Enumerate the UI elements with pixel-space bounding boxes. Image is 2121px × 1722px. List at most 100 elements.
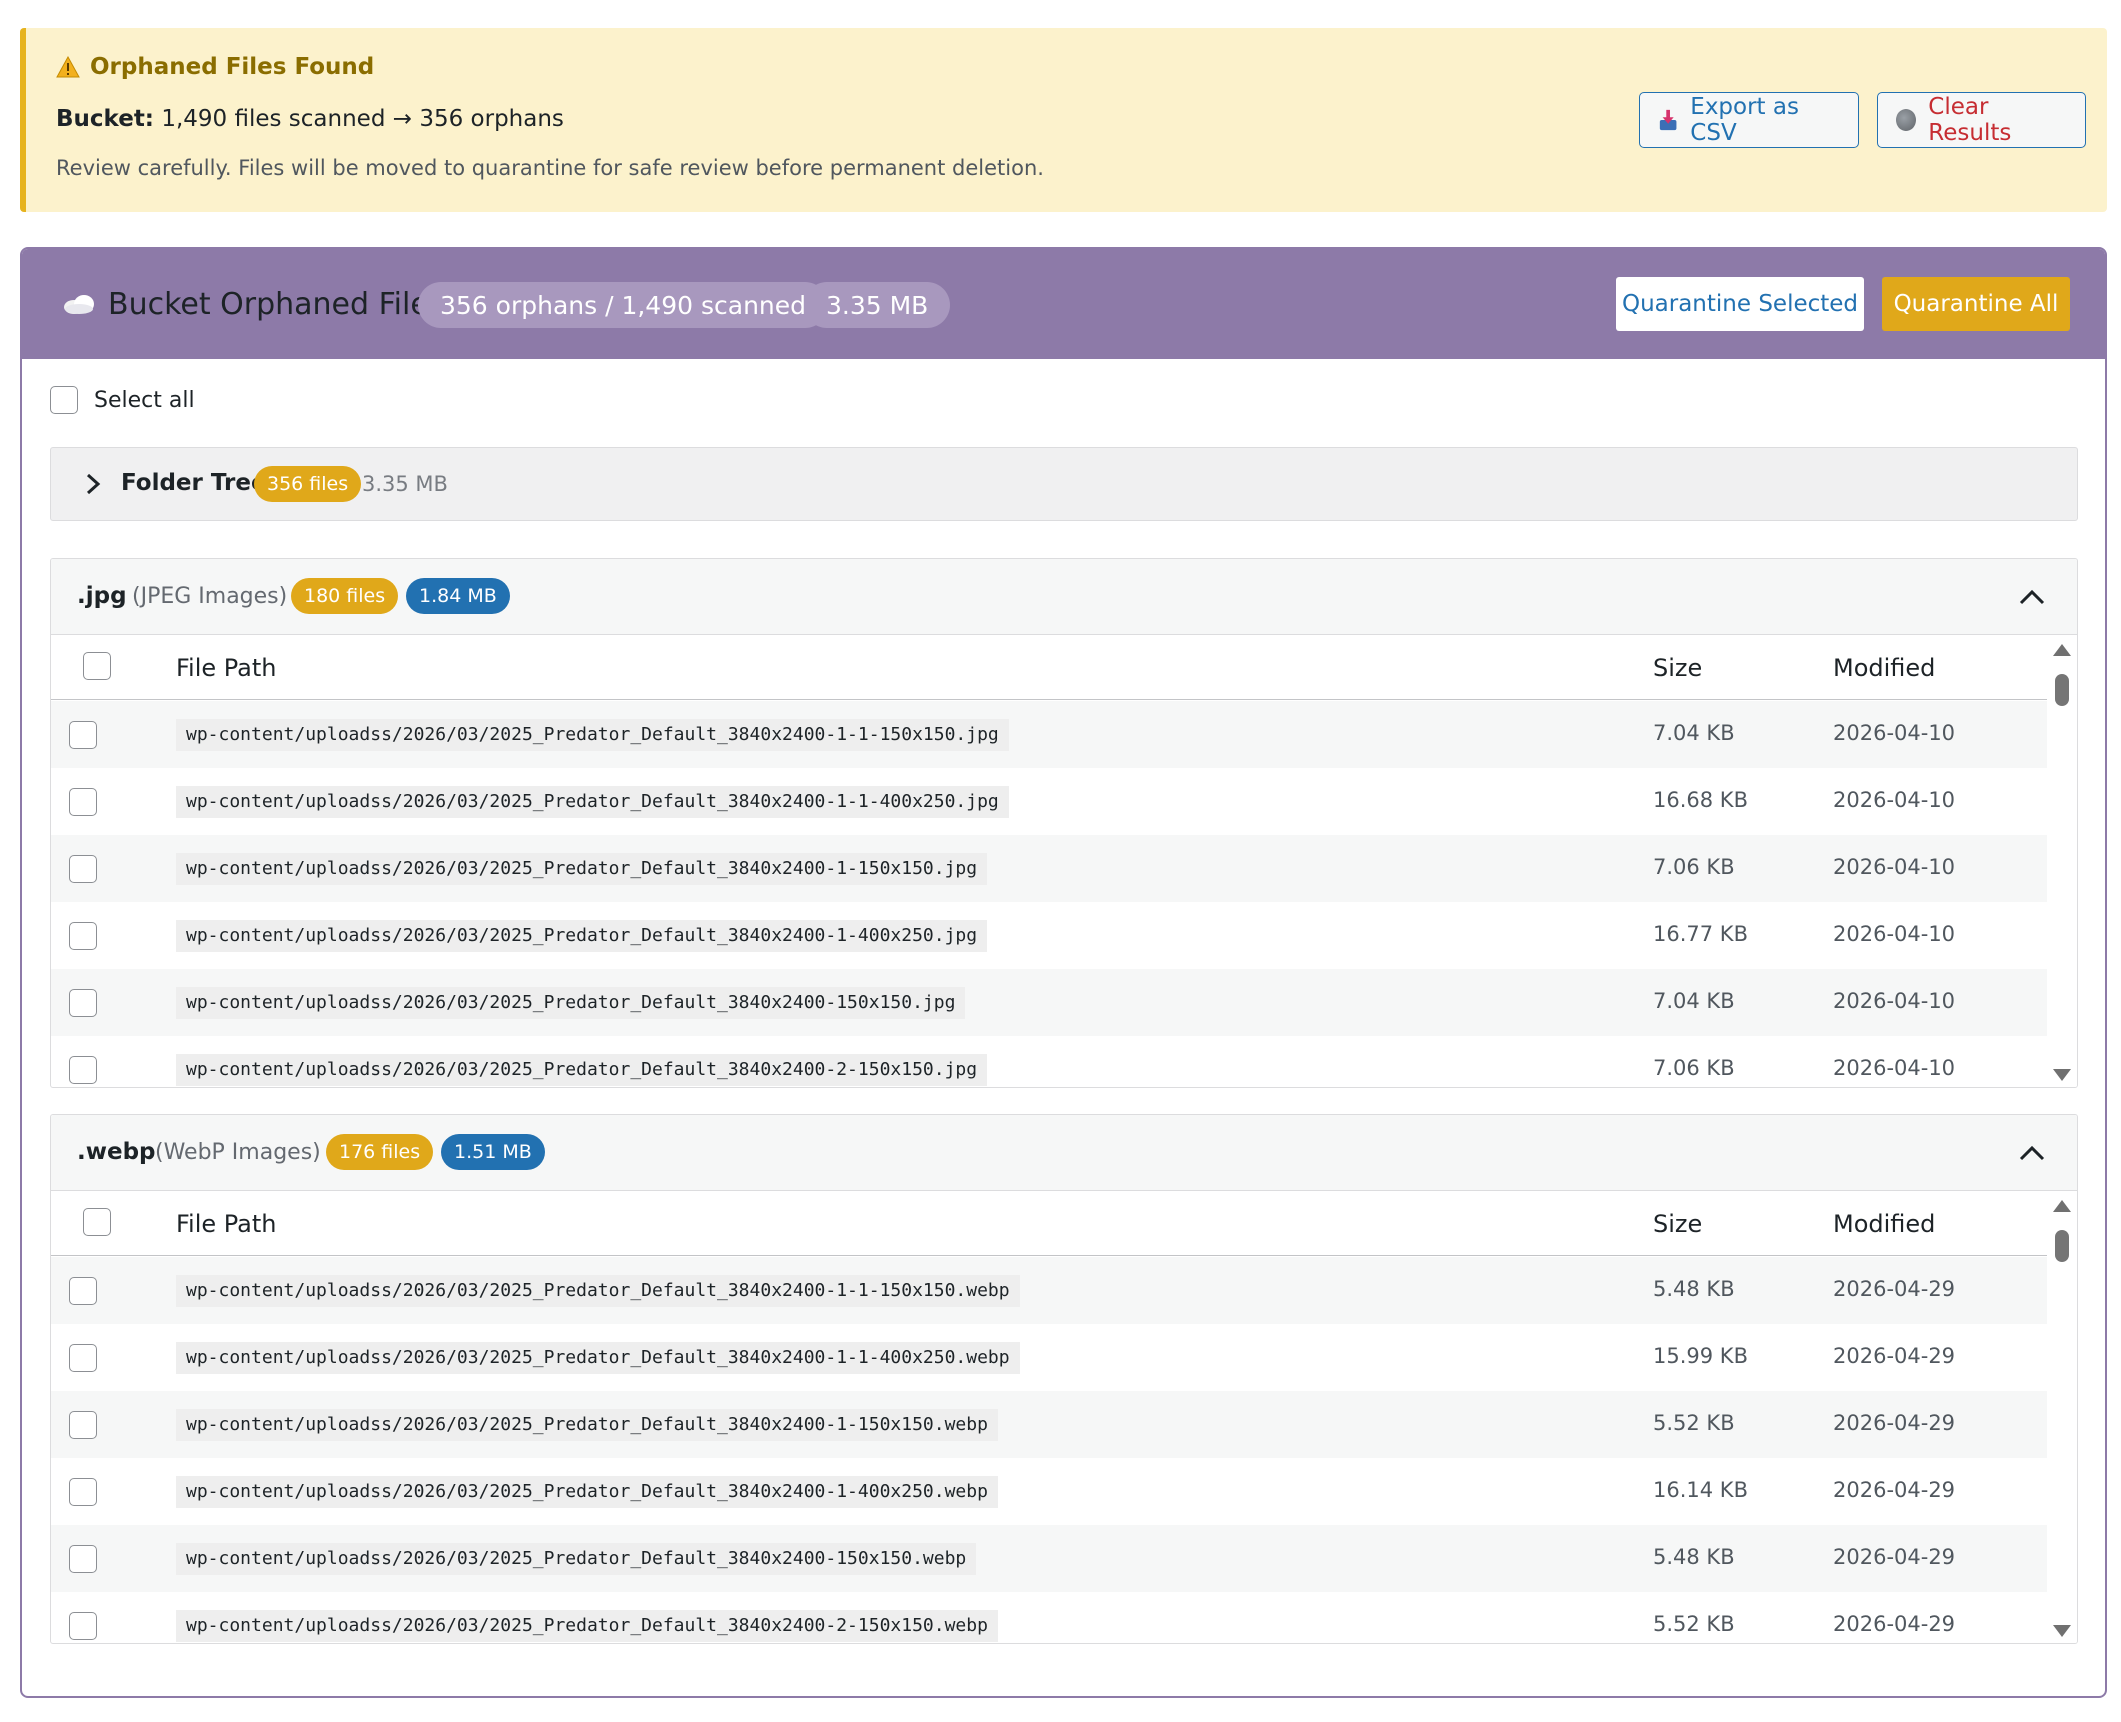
- row-checkbox[interactable]: [69, 1411, 97, 1439]
- row-checkbox[interactable]: [69, 922, 97, 950]
- file-modified: 2026-04-29: [1833, 1545, 1956, 1569]
- row-checkbox[interactable]: [69, 855, 97, 883]
- panel-header: Bucket Orphaned Files 356 orphans / 1,49…: [22, 249, 2105, 359]
- scrollbar-thumb[interactable]: [2055, 674, 2069, 706]
- file-modified: 2026-04-10: [1833, 788, 1956, 812]
- file-path: wp-content/uploadss/2026/03/2025_Predato…: [176, 1476, 998, 1508]
- file-size: 7.06 KB: [1653, 1056, 1735, 1080]
- file-size: 16.68 KB: [1653, 788, 1748, 812]
- file-modified: 2026-04-10: [1833, 855, 1956, 879]
- file-size: 16.14 KB: [1653, 1478, 1748, 1502]
- table-scrollbar[interactable]: [2047, 636, 2077, 1087]
- file-size: 7.04 KB: [1653, 721, 1735, 745]
- select-all-label: Select all: [94, 387, 195, 413]
- table-row: wp-content/uploadss/2026/03/2025_Predato…: [51, 768, 2047, 835]
- quarantine-all-button[interactable]: Quarantine All: [1882, 277, 2070, 331]
- bucket-label: Bucket:: [56, 106, 155, 132]
- table-row: wp-content/uploadss/2026/03/2025_Predato…: [51, 1458, 2047, 1525]
- file-size: 5.52 KB: [1653, 1411, 1735, 1435]
- bucket-orphans-panel: Bucket Orphaned Files 356 orphans / 1,49…: [20, 247, 2107, 1698]
- column-modified: Modified: [1833, 1210, 1936, 1238]
- table-row: wp-content/uploadss/2026/03/2025_Predato…: [51, 1036, 2047, 1087]
- orphan-count-pill: 356 orphans / 1,490 scanned: [418, 282, 829, 328]
- notice-description: Review carefully. Files will be moved to…: [56, 156, 1044, 180]
- group-size-badge: 1.84 MB: [406, 578, 510, 614]
- file-size: 16.77 KB: [1653, 922, 1748, 946]
- row-checkbox[interactable]: [69, 989, 97, 1017]
- file-size: 15.99 KB: [1653, 1344, 1748, 1368]
- row-checkbox[interactable]: [69, 1056, 97, 1084]
- folder-tree-toggle[interactable]: Folder Tree 356 files 3.35 MB: [50, 447, 2078, 521]
- warning-icon: [56, 56, 80, 78]
- scroll-down-arrow-icon[interactable]: [2053, 1625, 2071, 1637]
- row-checkbox[interactable]: [69, 1277, 97, 1305]
- folder-tree-size: 3.35 MB: [362, 472, 448, 496]
- file-path: wp-content/uploadss/2026/03/2025_Predato…: [176, 987, 966, 1019]
- bucket-summary: Bucket: 1,490 files scanned → 356 orphan…: [56, 106, 564, 132]
- table-scrollbar[interactable]: [2047, 1192, 2077, 1643]
- file-modified: 2026-04-29: [1833, 1612, 1956, 1636]
- total-size-pill: 3.35 MB: [804, 282, 951, 328]
- scrollbar-thumb[interactable]: [2055, 1230, 2069, 1262]
- file-size: 7.04 KB: [1653, 989, 1735, 1013]
- file-modified: 2026-04-10: [1833, 922, 1956, 946]
- file-path: wp-content/uploadss/2026/03/2025_Predato…: [176, 1543, 977, 1575]
- file-path: wp-content/uploadss/2026/03/2025_Predato…: [176, 1054, 988, 1086]
- file-modified: 2026-04-29: [1833, 1344, 1956, 1368]
- table-header: File Path Size Modified: [51, 636, 2047, 700]
- column-size: Size: [1653, 654, 1703, 682]
- file-modified: 2026-04-10: [1833, 721, 1956, 745]
- export-icon: [1659, 109, 1677, 131]
- table-row: wp-content/uploadss/2026/03/2025_Predato…: [51, 969, 2047, 1036]
- panel-title: Bucket Orphaned Files: [108, 287, 445, 322]
- quarantine-selected-button[interactable]: Quarantine Selected: [1616, 277, 1864, 331]
- group-size-badge: 1.51 MB: [441, 1134, 545, 1170]
- row-checkbox[interactable]: [69, 721, 97, 749]
- group-extension: .jpg: [77, 583, 127, 609]
- orphan-notice: Orphaned Files Found Bucket: 1,490 files…: [20, 28, 2107, 212]
- cloud-icon: [64, 295, 94, 314]
- file-path: wp-content/uploadss/2026/03/2025_Predato…: [176, 786, 1009, 818]
- file-group-jpg: .jpg (JPEG Images) 180 files 1.84 MB Fil…: [50, 558, 2078, 1088]
- scroll-up-arrow-icon[interactable]: [2053, 1200, 2071, 1212]
- group-files-badge: 176 files: [326, 1134, 434, 1170]
- clear-results-button[interactable]: Clear Results: [1877, 92, 2086, 148]
- row-checkbox[interactable]: [69, 1478, 97, 1506]
- table-row: wp-content/uploadss/2026/03/2025_Predato…: [51, 835, 2047, 902]
- file-modified: 2026-04-29: [1833, 1478, 1956, 1502]
- chevron-up-icon[interactable]: [2019, 1145, 2045, 1161]
- chevron-right-icon: [86, 473, 101, 495]
- file-path: wp-content/uploadss/2026/03/2025_Predato…: [176, 1275, 1020, 1307]
- table-row: wp-content/uploadss/2026/03/2025_Predato…: [51, 1525, 2047, 1592]
- row-checkbox[interactable]: [69, 1545, 97, 1573]
- chevron-up-icon[interactable]: [2019, 589, 2045, 605]
- group-select-checkbox[interactable]: [83, 652, 111, 680]
- table-row: wp-content/uploadss/2026/03/2025_Predato…: [51, 1391, 2047, 1458]
- file-path: wp-content/uploadss/2026/03/2025_Predato…: [176, 719, 1009, 751]
- file-size: 7.06 KB: [1653, 855, 1735, 879]
- group-header[interactable]: .jpg (JPEG Images) 180 files 1.84 MB: [51, 559, 2077, 635]
- row-checkbox[interactable]: [69, 788, 97, 816]
- row-checkbox[interactable]: [69, 1612, 97, 1640]
- file-size: 5.48 KB: [1653, 1277, 1735, 1301]
- scroll-down-arrow-icon[interactable]: [2053, 1069, 2071, 1081]
- file-path: wp-content/uploadss/2026/03/2025_Predato…: [176, 1610, 998, 1642]
- file-path: wp-content/uploadss/2026/03/2025_Predato…: [176, 853, 988, 885]
- column-file-path: File Path: [176, 654, 277, 682]
- scroll-up-arrow-icon[interactable]: [2053, 644, 2071, 656]
- notice-title: Orphaned Files Found: [56, 54, 374, 80]
- group-description: (JPEG Images): [132, 584, 288, 609]
- file-modified: 2026-04-29: [1833, 1277, 1956, 1301]
- folder-tree-label: Folder Tree: [121, 470, 267, 496]
- bucket-summary-text: 1,490 files scanned → 356 orphans: [161, 106, 564, 132]
- group-header[interactable]: .webp (WebP Images) 176 files 1.51 MB: [51, 1115, 2077, 1191]
- file-size: 5.52 KB: [1653, 1612, 1735, 1636]
- group-select-checkbox[interactable]: [83, 1208, 111, 1236]
- select-all-checkbox[interactable]: [50, 386, 78, 414]
- file-modified: 2026-04-10: [1833, 989, 1956, 1013]
- select-all-row[interactable]: Select all: [50, 386, 195, 414]
- column-size: Size: [1653, 1210, 1703, 1238]
- row-checkbox[interactable]: [69, 1344, 97, 1372]
- table-header: File Path Size Modified: [51, 1192, 2047, 1256]
- export-csv-button[interactable]: Export as CSV: [1639, 92, 1859, 148]
